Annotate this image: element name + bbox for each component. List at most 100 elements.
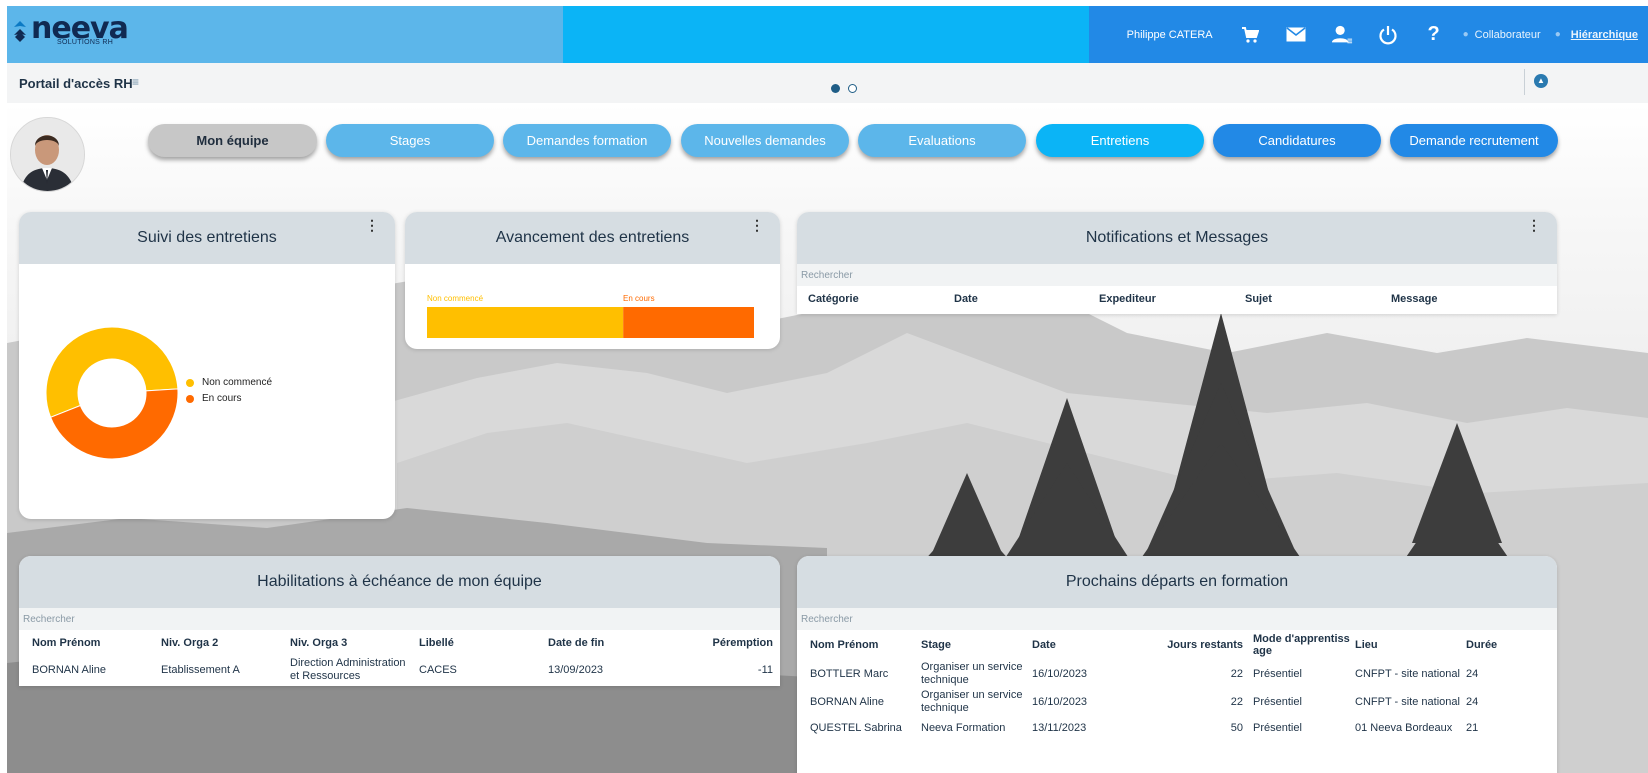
- cart-icon[interactable]: [1239, 24, 1261, 46]
- card-departs-formation: Prochains départs en formation Recherche…: [797, 556, 1557, 773]
- tab-demande-recrutement[interactable]: Demande recrutement: [1390, 124, 1558, 157]
- card-header: Suivi des entretiens ⋮: [19, 212, 395, 264]
- user-small-icon: ●: [1554, 29, 1561, 40]
- column-header[interactable]: Expediteur: [1098, 288, 1244, 310]
- legend-swatch: [186, 394, 194, 403]
- card-habilitations: Habilitations à échéance de mon équipe R…: [19, 556, 780, 686]
- card-notifications: Notifications et Messages ⋮ Rechercher C…: [797, 212, 1557, 314]
- search-input[interactable]: Rechercher: [19, 608, 780, 630]
- column-header[interactable]: Catégorie: [807, 288, 953, 310]
- card-title: Prochains départs en formation: [1065, 573, 1289, 590]
- bar-label-en-cours: En cours: [623, 294, 655, 303]
- column-header[interactable]: Niv. Orga 3: [289, 630, 418, 656]
- card-title: Suivi des entretiens: [137, 229, 277, 246]
- cell-date: 16/10/2023: [1032, 696, 1088, 708]
- user-menu-icon[interactable]: [1331, 24, 1353, 46]
- search-input[interactable]: Rechercher: [797, 264, 1557, 286]
- top-bar: neeva SOLUTIONS RH Philippe CATERA ? ● C…: [7, 6, 1648, 63]
- legend-label: En cours: [202, 393, 242, 404]
- cell-duree: 24: [1466, 668, 1479, 680]
- top-bar-left: neeva SOLUTIONS RH: [7, 6, 563, 63]
- search-input[interactable]: Rechercher: [797, 608, 1557, 630]
- notifications-table: Catégorie Date Expediteur Sujet Message: [807, 288, 1547, 310]
- column-header[interactable]: Mode d'apprentissage: [1252, 630, 1354, 660]
- legend-item-en-cours[interactable]: En cours: [186, 393, 241, 404]
- stacked-bar-chart: [427, 307, 754, 338]
- kebab-menu-icon[interactable]: ⋮: [1527, 212, 1541, 238]
- role-hierarchique-label: Hiérarchique: [1570, 28, 1638, 41]
- sub-bar: Portail d'accès RH ≡ ▲: [7, 63, 1648, 103]
- column-header[interactable]: Nom Prénom: [809, 630, 920, 660]
- tab-demandes-formation[interactable]: Demandes formation: [503, 124, 671, 157]
- hamburger-icon[interactable]: ≡: [132, 75, 139, 89]
- legend-item-non-commence[interactable]: Non commencé: [186, 377, 272, 388]
- logo-subtitle: SOLUTIONS RH: [57, 39, 114, 46]
- card-suivi-entretiens: Suivi des entretiens ⋮ Non commencé En c…: [19, 212, 395, 519]
- column-header[interactable]: Lieu: [1354, 630, 1465, 660]
- kebab-menu-icon[interactable]: ⋮: [750, 212, 764, 238]
- table-row[interactable]: BOTTLER Marc Organiser un service techni…: [809, 660, 1549, 688]
- tab-label: Entretiens: [1090, 133, 1150, 148]
- cell-lieu: 01 Neeva Bordeaux: [1355, 722, 1453, 734]
- column-header[interactable]: Durée: [1465, 630, 1549, 660]
- cell-duree: 21: [1466, 722, 1479, 734]
- column-header[interactable]: Date: [1031, 630, 1142, 660]
- column-header[interactable]: Péremption: [676, 630, 779, 656]
- kebab-menu-icon[interactable]: ⋮: [365, 212, 379, 238]
- user-small-icon: ●: [1462, 29, 1469, 40]
- column-header[interactable]: Sujet: [1244, 288, 1390, 310]
- tab-label: Mon équipe: [196, 133, 269, 148]
- column-header[interactable]: Message: [1390, 288, 1547, 310]
- role-collaborateur-label: Collaborateur: [1474, 28, 1541, 41]
- collapse-up-icon[interactable]: ▲: [1534, 74, 1548, 88]
- cell-stage: Neeva Formation: [921, 722, 1006, 734]
- tab-entretiens[interactable]: Entretiens: [1036, 124, 1204, 157]
- page-dot-2[interactable]: [848, 84, 857, 93]
- cell-stage: Organiser un service technique: [921, 661, 1023, 686]
- card-header: Prochains départs en formation: [797, 556, 1557, 608]
- cell-lieu: CNFPT - site national: [1355, 668, 1460, 680]
- tab-mon-equipe[interactable]: Mon équipe: [148, 124, 317, 157]
- column-header[interactable]: Stage: [920, 630, 1031, 660]
- column-header[interactable]: Jours restants: [1142, 630, 1252, 660]
- cell-date: 13/11/2023: [1032, 722, 1087, 734]
- power-icon[interactable]: [1377, 24, 1399, 46]
- help-icon[interactable]: ?: [1423, 23, 1445, 46]
- bar-segment-non-commence[interactable]: [427, 307, 624, 338]
- table-row[interactable]: BORNAN Aline Etablissement A Direction A…: [31, 656, 779, 684]
- logo-mark-icon: [11, 15, 29, 42]
- bar-label-non-commence: Non commencé: [427, 294, 484, 303]
- cell-mode: Présentiel: [1253, 722, 1302, 734]
- divider: [1524, 69, 1525, 95]
- tab-label: Demandes formation: [526, 133, 648, 148]
- tab-label: Stages: [389, 133, 431, 148]
- tab-nouvelles-demandes[interactable]: Nouvelles demandes: [681, 124, 849, 157]
- mail-icon[interactable]: [1285, 24, 1307, 46]
- cell-jours: 22: [1230, 696, 1243, 708]
- column-header[interactable]: Libellé: [418, 630, 547, 656]
- app-frame: neeva SOLUTIONS RH Philippe CATERA ? ● C…: [7, 6, 1648, 773]
- column-header[interactable]: Date: [953, 288, 1098, 310]
- bar-segment-en-cours[interactable]: [623, 307, 754, 338]
- table-row[interactable]: BORNAN Aline Organiser un service techni…: [809, 688, 1549, 716]
- user-avatar[interactable]: [10, 117, 85, 192]
- departs-table: Nom Prénom Stage Date Jours restants Mod…: [809, 630, 1549, 740]
- page-dot-1[interactable]: [831, 84, 840, 93]
- role-collaborateur[interactable]: ● Collaborateur: [1463, 29, 1541, 41]
- role-hierarchique[interactable]: ● Hiérarchique: [1547, 29, 1648, 41]
- table-row[interactable]: QUESTEL Sabrina Neeva Formation 13/11/20…: [809, 716, 1549, 740]
- column-header[interactable]: Niv. Orga 2: [160, 630, 289, 656]
- top-bar-middle: [563, 6, 1089, 63]
- column-header[interactable]: Date de fin: [547, 630, 676, 656]
- tab-candidatures[interactable]: Candidatures: [1213, 124, 1381, 157]
- habilitations-table: Nom Prénom Niv. Orga 2 Niv. Orga 3 Libel…: [31, 630, 779, 684]
- user-name[interactable]: Philippe CATERA: [1127, 29, 1213, 41]
- cell-jours: 50: [1230, 722, 1243, 734]
- tab-stages[interactable]: Stages: [326, 124, 494, 157]
- column-header[interactable]: Nom Prénom: [31, 630, 160, 656]
- top-bar-right: Philippe CATERA ? ● Collaborateur ● Hiér…: [1089, 6, 1648, 63]
- card-header: Habilitations à échéance de mon équipe: [19, 556, 780, 608]
- card-avancement-entretiens: Avancement des entretiens ⋮ Non commencé…: [405, 212, 780, 349]
- cell-date: 16/10/2023: [1032, 668, 1088, 680]
- tab-evaluations[interactable]: Evaluations: [858, 124, 1026, 157]
